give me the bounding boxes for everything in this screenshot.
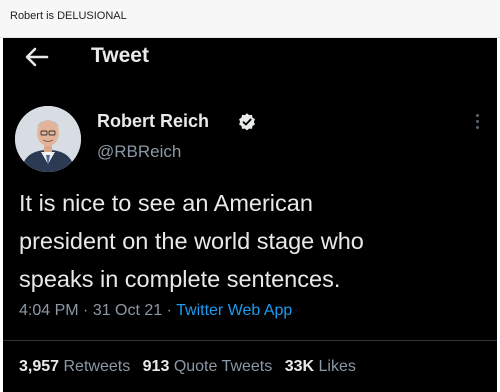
tweet-header-bar: Tweet: [3, 38, 497, 76]
likes-stat[interactable]: 33K Likes: [285, 358, 356, 375]
quote-tweets-count: 913: [142, 358, 170, 375]
back-button[interactable]: [23, 45, 51, 69]
header-title: Tweet: [91, 44, 149, 67]
tweet-date[interactable]: 31 Oct 21: [93, 302, 162, 319]
avatar-image: [15, 106, 81, 172]
meta-separator: ·: [78, 302, 93, 319]
engagement-stats: 3,957 Retweets 913 Quote Tweets 33K Like…: [19, 358, 364, 376]
tweet-text: It is nice to see an American president o…: [19, 184, 491, 298]
author-name[interactable]: Robert Reich: [97, 111, 209, 132]
tweet-source-link[interactable]: Twitter Web App: [176, 302, 292, 319]
likes-label: Likes: [318, 358, 356, 375]
tweet-time[interactable]: 4:04 PM: [19, 302, 79, 319]
retweets-stat[interactable]: 3,957 Retweets: [19, 358, 130, 375]
meta-separator: ·: [162, 302, 177, 319]
tweet-line: speaks in complete sentences.: [19, 266, 341, 292]
retweets-label: Retweets: [63, 358, 131, 375]
tweet-screenshot: Tweet Robert Reich @RBReich It is nice t…: [3, 38, 497, 392]
arrow-left-icon: [25, 47, 49, 67]
verified-badge-icon: [239, 113, 255, 131]
post-title: Robert is DELUSIONAL: [0, 0, 500, 38]
author-handle[interactable]: @RBReich: [97, 142, 181, 162]
more-vertical-icon[interactable]: [471, 114, 483, 134]
divider: [3, 340, 497, 341]
avatar[interactable]: [15, 106, 81, 172]
tweet-meta: 4:04 PM · 31 Oct 21 · Twitter Web App: [19, 302, 292, 320]
tweet-line: It is nice to see an American: [19, 190, 313, 216]
likes-count: 33K: [284, 358, 315, 375]
retweets-count: 3,957: [19, 358, 60, 375]
quote-tweets-stat[interactable]: 913 Quote Tweets: [143, 358, 273, 375]
quote-tweets-label: Quote Tweets: [173, 358, 273, 375]
tweet-line: president on the world stage who: [19, 228, 364, 254]
